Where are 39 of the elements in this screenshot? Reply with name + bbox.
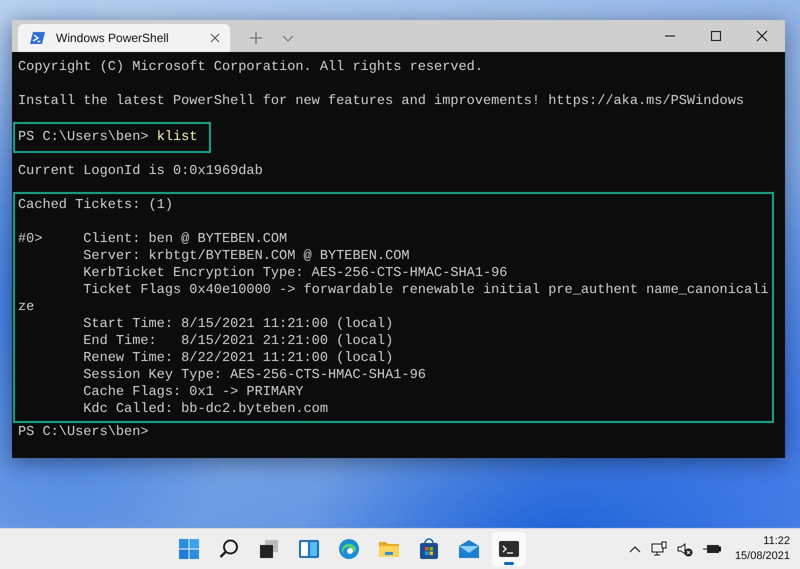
terminal-icon bbox=[498, 538, 520, 560]
mail-envelope-icon bbox=[458, 538, 480, 560]
output-line: Session Key Type: AES-256-CTS-HMAC-SHA1-96 bbox=[82, 368, 426, 383]
taskbar-button[interactable] bbox=[492, 532, 526, 566]
clock-time[interactable]: 11:22 bbox=[763, 534, 790, 549]
close-icon[interactable] bbox=[210, 33, 220, 43]
output-line: Copyright (C) Microsoft Corporation. All rights reserved. bbox=[18, 60, 483, 75]
volume-muted-icon[interactable] bbox=[676, 541, 693, 557]
browser-icon bbox=[338, 538, 360, 560]
window-tab[interactable]: Windows PowerShell bbox=[18, 24, 230, 52]
new-tab-icon[interactable] bbox=[250, 32, 262, 44]
clock-date[interactable]: 15/08/2021 bbox=[734, 549, 790, 564]
command-text: klist bbox=[156, 130, 198, 145]
dropdown-icon[interactable] bbox=[282, 34, 294, 42]
output-line: Install the latest PowerShell for new features and improvements! https://aka.ms/PSWindows bbox=[18, 94, 744, 109]
search-icon bbox=[218, 538, 240, 560]
start-icon bbox=[178, 538, 200, 560]
output-line: Kdc Called: bb-dc2.byteben.com bbox=[82, 402, 328, 417]
output-line: Cached Tickets: (1) bbox=[18, 198, 173, 213]
task-view-icon bbox=[258, 538, 280, 560]
powershell-icon bbox=[30, 31, 46, 45]
output-line: Ticket Flags 0x40e10000 -> forwardable renewable initial pre_authent name_canonicali bbox=[82, 283, 768, 298]
store-bag-icon bbox=[418, 538, 440, 560]
output-line: Cache Flags: 0x1 -> PRIMARY bbox=[82, 385, 304, 400]
output-line: Start Time: 8/15/2021 11:21:00 (local) bbox=[82, 317, 394, 332]
prompt-text: PS C:\Users\ben> bbox=[18, 130, 149, 145]
output-line: Renew Time: 8/22/2021 11:21:00 (local) bbox=[82, 351, 394, 366]
chevron-up-icon[interactable] bbox=[628, 545, 641, 553]
output-line: Server: krbtgt/BYTEBEN.COM @ BYTEBEN.COM bbox=[82, 249, 410, 264]
battery-icon[interactable] bbox=[702, 542, 721, 556]
network-icon[interactable] bbox=[650, 541, 667, 557]
output-line: Current LogonId is 0:0x1969dab bbox=[18, 164, 263, 179]
widgets-icon bbox=[298, 538, 320, 560]
tab-title: Windows PowerShell bbox=[56, 31, 170, 45]
output-line: End Time: 8/15/2021 21:21:00 (local) bbox=[82, 334, 394, 349]
prompt-text: PS C:\Users\ben> bbox=[18, 425, 149, 440]
output-line: KerbTicket Encryption Type: AES-256-CTS-HMAC-SHA1-96 bbox=[82, 266, 508, 281]
output-line: ze bbox=[18, 300, 34, 315]
output-line: #0> Client: ben @ BYTEBEN.COM bbox=[18, 232, 288, 247]
